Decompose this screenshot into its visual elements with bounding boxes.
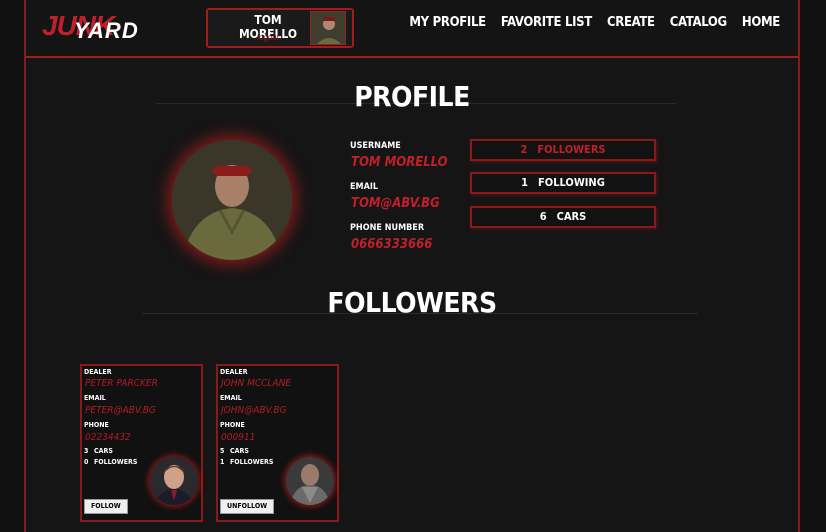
dealer-avatar (286, 457, 334, 505)
nav-home[interactable]: HOME (742, 15, 780, 30)
email-value: TOM@ABV.BG (351, 196, 440, 211)
cars-stat-button[interactable]: 6 CARS (470, 206, 656, 228)
page-frame: JUNK YARD TOM MORELLO logout MY PROFILE … (24, 0, 800, 532)
username-label: USERNAME (350, 141, 401, 151)
profile-title: PROFILE (354, 80, 470, 113)
dealer-avatar (150, 457, 198, 505)
main-nav: MY PROFILE FAVORITE LIST CREATE CATALOG … (409, 15, 780, 30)
nav-favorite-list[interactable]: FAVORITE LIST (501, 15, 592, 30)
cars-stat: 5 CARS (220, 447, 249, 455)
profile-avatar (172, 140, 292, 260)
dealer-email: JOHN@ABV.BG (221, 405, 287, 416)
nav-create[interactable]: CREATE (607, 15, 655, 30)
dealer-name[interactable]: PETER PARCKER (85, 378, 158, 389)
logo[interactable]: JUNK YARD (42, 10, 172, 44)
nav-catalog[interactable]: CATALOG (670, 15, 727, 30)
followers-label: FOLLOWERS (94, 458, 138, 466)
dealer-phone: 02234432 (85, 432, 131, 443)
followers-title: FOLLOWERS (327, 286, 497, 319)
user-avatar[interactable] (310, 11, 346, 45)
username-value: TOM MORELLO (351, 155, 448, 170)
email-label: EMAIL (350, 182, 379, 192)
user-box: TOM MORELLO logout (206, 8, 354, 48)
follower-card: DEALER JOHN MCCLANE EMAIL JOHN@ABV.BG PH… (216, 364, 339, 522)
dealer-email: PETER@ABV.BG (85, 405, 156, 416)
phone-value: 0666333666 (351, 237, 433, 252)
cars-stat-label: CARS (556, 210, 587, 223)
phone-label: PHONE (220, 421, 245, 429)
follower-card: DEALER PETER PARCKER EMAIL PETER@ABV.BG … (80, 364, 203, 522)
dealer-label: DEALER (84, 368, 112, 376)
logout-link[interactable]: logout (228, 33, 308, 42)
followers-stat: 0 FOLLOWERS (84, 458, 137, 466)
email-label: EMAIL (220, 394, 242, 402)
phone-label: PHONE NUMBER (350, 223, 425, 233)
following-stat-label: FOLLOWING (538, 176, 605, 189)
phone-label: PHONE (84, 421, 109, 429)
followers-count: 0 (84, 458, 89, 466)
nav-my-profile[interactable]: MY PROFILE (409, 15, 486, 30)
followers-label: FOLLOWERS (230, 458, 274, 466)
cars-label: CARS (94, 447, 113, 455)
cars-count: 3 (84, 447, 89, 455)
followers-count: 2 (520, 143, 528, 156)
following-stat-button[interactable]: 1 FOLLOWING (470, 172, 656, 194)
cars-count: 5 (220, 447, 225, 455)
cars-count: 6 (539, 210, 547, 223)
followers-stat: 1 FOLLOWERS (220, 458, 273, 466)
cars-stat: 3 CARS (84, 447, 113, 455)
unfollow-button[interactable]: UNFOLLOW (220, 499, 275, 514)
cars-label: CARS (230, 447, 249, 455)
followers-stat-label: FOLLOWERS (537, 143, 606, 156)
dealer-label: DEALER (220, 368, 248, 376)
logo-yard-text: YARD (74, 18, 139, 43)
follow-button[interactable]: FOLLOW (84, 499, 128, 514)
followers-count: 1 (220, 458, 225, 466)
email-label: EMAIL (84, 394, 106, 402)
dealer-phone: 000911 (221, 432, 256, 443)
dealer-name[interactable]: JOHN MCCLANE (221, 378, 291, 389)
followers-stat-button[interactable]: 2 FOLLOWERS (470, 139, 656, 161)
header: JUNK YARD TOM MORELLO logout MY PROFILE … (26, 0, 798, 58)
following-count: 1 (521, 176, 529, 189)
